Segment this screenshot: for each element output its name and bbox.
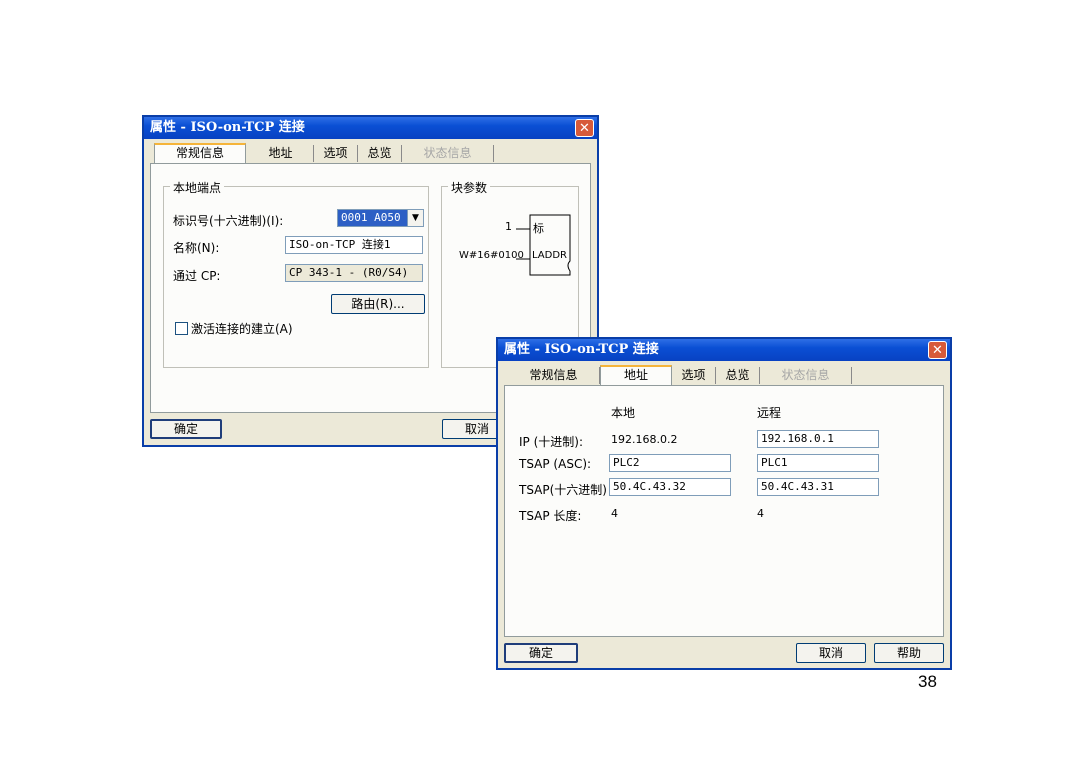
tsap-length-local: 4 xyxy=(611,507,618,520)
tab-overview[interactable]: 总览 xyxy=(716,367,760,384)
id-label: 标识号(十六进制)(I): xyxy=(173,214,284,228)
tab-status-info: 状态信息 xyxy=(760,367,852,384)
ip-remote-field[interactable]: 192.168.0.1 xyxy=(757,430,879,448)
via-cp-label: 通过 CP: xyxy=(173,269,221,283)
help-button[interactable]: 帮助 xyxy=(874,643,944,663)
block-laddr-label: LADDR xyxy=(532,250,567,261)
id-select-value: 0001 A050 xyxy=(341,211,401,224)
block-laddr-value: W#16#0100 xyxy=(459,250,524,261)
route-button[interactable]: 路由(R)... xyxy=(331,294,425,314)
ok-button[interactable]: 确定 xyxy=(504,643,578,663)
tsap-hex-remote-field[interactable]: 50.4C.43.31 xyxy=(757,478,879,496)
tsap-hex-label: TSAP(十六进制) xyxy=(519,483,607,497)
tab-address[interactable]: 地址 xyxy=(600,365,672,385)
ip-label: IP (十进制): xyxy=(519,435,583,449)
tab-general[interactable]: 常规信息 xyxy=(508,367,600,384)
dialog-title: 属性 - ISO-on-TCP 连接 xyxy=(504,342,659,357)
via-cp-field: CP 343-1 - (R0/S4) xyxy=(285,264,423,282)
block-id-value: 1 xyxy=(505,220,512,233)
tsap-length-label: TSAP 长度: xyxy=(519,509,582,523)
page-number: 38 xyxy=(918,672,937,691)
tab-address[interactable]: 地址 xyxy=(248,145,314,162)
ok-button[interactable]: 确定 xyxy=(150,419,222,439)
column-remote: 远程 xyxy=(757,406,782,420)
group-title: 块参数 xyxy=(448,179,491,196)
ip-local-value: 192.168.0.2 xyxy=(611,433,678,446)
tab-panel: 本地 远程 IP (十进制): 192.168.0.2 192.168.0.1 … xyxy=(504,385,944,637)
tsap-length-remote: 4 xyxy=(757,507,764,520)
column-local: 本地 xyxy=(611,406,636,420)
tsap-asc-remote-field[interactable]: PLC1 xyxy=(757,454,879,472)
chevron-down-icon[interactable]: ▼ xyxy=(407,209,424,227)
tsap-hex-local-field[interactable]: 50.4C.43.32 xyxy=(609,478,731,496)
dialog-title-bar[interactable]: 属性 - ISO-on-TCP 连接 xyxy=(144,117,597,139)
name-field[interactable]: ISO-on-TCP 连接1 xyxy=(285,236,423,254)
group-title: 本地端点 xyxy=(170,179,225,196)
tsap-asc-local-field[interactable]: PLC2 xyxy=(609,454,731,472)
active-checkbox[interactable] xyxy=(175,322,188,335)
tab-options[interactable]: 选项 xyxy=(314,145,358,162)
cancel-button[interactable]: 取消 xyxy=(796,643,866,663)
block-id-label: 标 xyxy=(533,222,544,235)
tab-overview[interactable]: 总览 xyxy=(358,145,402,162)
name-label: 名称(N): xyxy=(173,241,220,255)
tab-options[interactable]: 选项 xyxy=(672,367,716,384)
properties-dialog-address: 属性 - ISO-on-TCP 连接 ✕ 常规信息 地址 选项 总览 状态信息 … xyxy=(496,337,952,670)
close-icon[interactable]: ✕ xyxy=(575,119,594,137)
tsap-asc-label: TSAP (ASC): xyxy=(519,457,592,471)
tab-general[interactable]: 常规信息 xyxy=(154,143,246,163)
tab-status-info: 状态信息 xyxy=(402,145,494,162)
dialog-title-bar[interactable]: 属性 - ISO-on-TCP 连接 xyxy=(498,339,950,361)
close-icon[interactable]: ✕ xyxy=(928,341,947,359)
active-checkbox-label[interactable]: 激活连接的建立(A) xyxy=(191,320,293,337)
dialog-title: 属性 - ISO-on-TCP 连接 xyxy=(150,120,305,135)
